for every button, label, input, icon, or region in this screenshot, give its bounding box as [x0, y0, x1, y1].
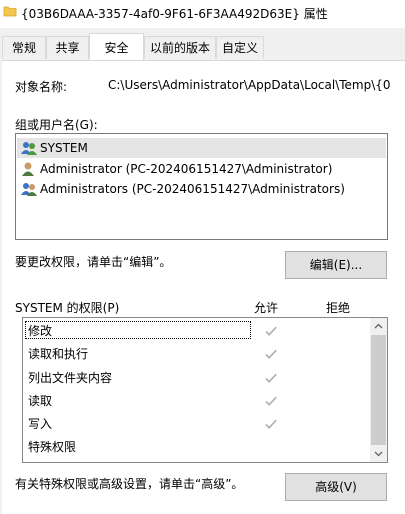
edit-button[interactable]: 编辑(E)...: [285, 251, 387, 279]
title-bar: {03B6DAAA-3357-4af0-9F61-6F3AA492D63E} 属…: [0, 0, 405, 28]
advanced-hint: 有关特殊权限或高级设置，请单击“高级”。: [15, 477, 244, 491]
list-item[interactable]: Administrator (PC-202406151427\Administr…: [17, 159, 386, 179]
permissions-scrollbar[interactable]: [370, 318, 387, 462]
table-row: 读取和执行: [28, 344, 277, 364]
advanced-button[interactable]: 高级(V): [285, 473, 387, 501]
scroll-up-icon[interactable]: [370, 318, 387, 335]
group-users-icon: [21, 142, 37, 155]
tab-strip: 常规 共享 安全 以前的版本 自定义: [0, 33, 405, 60]
tab-previous-versions[interactable]: 以前的版本: [144, 36, 216, 59]
tab-general[interactable]: 常规: [2, 36, 46, 59]
permission-name: 写入: [28, 417, 53, 431]
tab-security[interactable]: 安全: [89, 33, 144, 60]
window-title: {03B6DAAA-3357-4af0-9F61-6F3AA492D63E} 属…: [21, 7, 328, 21]
group-users-icon: [21, 183, 37, 196]
object-name-value: C:\Users\Administrator\AppData\Local\Tem…: [108, 78, 391, 92]
user-name: Administrators (PC-202406151427\Administ…: [40, 182, 345, 196]
permission-name: 读取和执行: [28, 347, 89, 361]
user-name: SYSTEM: [40, 141, 88, 155]
focus-indicator: [25, 321, 251, 339]
list-item[interactable]: Administrators (PC-202406151427\Administ…: [17, 179, 386, 199]
table-row: 列出文件夹内容: [28, 368, 277, 388]
folder-icon: [3, 6, 17, 17]
check-icon: [265, 373, 277, 383]
table-row: 写入: [28, 414, 277, 434]
deny-header: 拒绝: [326, 301, 351, 315]
check-icon: [265, 326, 277, 336]
permissions-label: SYSTEM 的权限(P): [15, 301, 120, 315]
tab-sharing[interactable]: 共享: [46, 36, 89, 59]
users-listbox[interactable]: SYSTEM Administrator (PC-202406151427\Ad…: [15, 133, 388, 240]
check-icon: [265, 396, 277, 406]
scroll-down-icon[interactable]: [370, 445, 387, 462]
table-row: 特殊权限: [28, 437, 76, 457]
permission-name: 读取: [28, 394, 53, 408]
check-icon: [265, 419, 277, 429]
allow-header: 允许: [254, 301, 279, 315]
permission-name: 列出文件夹内容: [28, 371, 113, 385]
scrollbar-thumb[interactable]: [371, 335, 386, 445]
user-icon: [22, 162, 34, 176]
list-item[interactable]: SYSTEM: [17, 138, 386, 158]
check-icon: [265, 349, 277, 359]
table-row: 读取: [28, 391, 277, 411]
permission-name: 特殊权限: [28, 440, 77, 454]
user-name: Administrator (PC-202406151427\Administr…: [40, 162, 333, 176]
edit-hint: 要更改权限，请单击“编辑”。: [15, 255, 172, 269]
groups-label: 组或用户名(G):: [15, 118, 98, 132]
tab-customize[interactable]: 自定义: [216, 36, 264, 59]
object-name-label: 对象名称:: [15, 80, 68, 94]
